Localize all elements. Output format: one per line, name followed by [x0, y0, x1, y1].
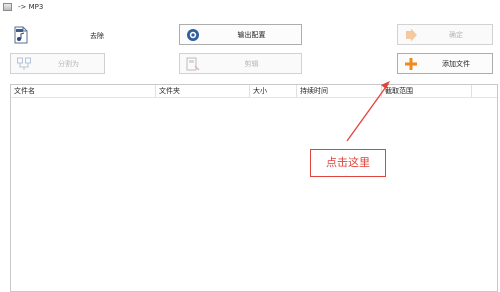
column-header-filename[interactable]: 文件名 [11, 85, 156, 97]
arrow-right-icon [406, 28, 417, 42]
edit-button[interactable]: 剪辑 [179, 53, 302, 74]
remove-label: 去除 [90, 32, 104, 40]
file-list-header: 文件名 文件夹 大小 持续时间 截取范围 [11, 85, 497, 98]
confirm-label: 确定 [449, 31, 463, 39]
music-file-icon [14, 26, 28, 44]
split-icon [17, 57, 31, 70]
plus-icon [405, 58, 417, 70]
confirm-button[interactable]: 确定 [397, 24, 493, 45]
title-bar: -> MP3 [0, 0, 500, 14]
split-button[interactable]: 分割为 [10, 53, 105, 74]
column-header-size[interactable]: 大小 [250, 85, 297, 97]
column-header-duration[interactable]: 持续时间 [297, 85, 382, 97]
add-file-label: 添加文件 [442, 60, 470, 68]
annotation-callout: 点击这里 [310, 149, 386, 177]
column-header-folder[interactable]: 文件夹 [156, 85, 250, 97]
add-file-button[interactable]: 添加文件 [397, 53, 493, 74]
column-header-range[interactable]: 截取范围 [382, 85, 472, 97]
output-settings-button[interactable]: 输出配置 [179, 24, 302, 45]
remove-button[interactable]: 去除 [10, 24, 160, 46]
app-icon [3, 3, 12, 11]
file-list[interactable]: 文件名 文件夹 大小 持续时间 截取范围 [10, 84, 498, 292]
settings-icon [187, 29, 199, 41]
film-edit-icon [186, 57, 200, 71]
window-title: -> MP3 [18, 3, 44, 11]
edit-label: 剪辑 [244, 60, 259, 68]
output-settings-label: 输出配置 [237, 31, 266, 39]
split-label: 分割为 [58, 60, 79, 68]
